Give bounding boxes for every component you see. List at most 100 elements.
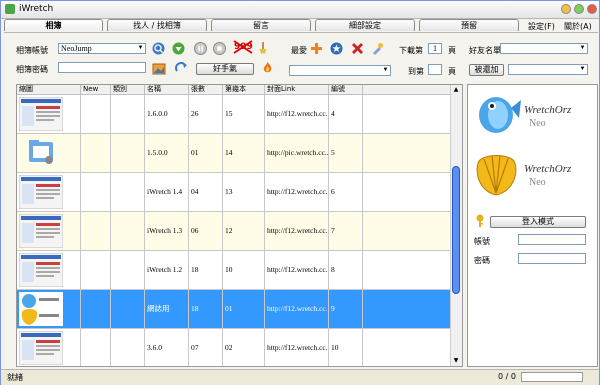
nth-cell: 15	[223, 95, 265, 133]
album-grid[interactable]: 縮圖 New 類別 名稱 張數 第幾本 封面Link 編號 1.6.0.0 26 1…	[16, 84, 463, 367]
logo-title: WretchOrz	[524, 163, 572, 175]
new-cell	[81, 95, 111, 133]
close-button[interactable]	[587, 4, 597, 14]
side-password-field[interactable]	[518, 253, 586, 264]
tools-icon[interactable]	[371, 42, 384, 55]
chevron-down-icon[interactable]: ▼	[136, 44, 145, 53]
nth-cell: 12	[223, 212, 265, 250]
col-new[interactable]: New	[81, 85, 111, 94]
account-field[interactable]	[518, 234, 586, 245]
menu-about[interactable]: 關於(A)	[564, 21, 592, 32]
name-cell: iWretch 1.4	[145, 173, 189, 211]
username-combo[interactable]: NeoJump ▼	[58, 43, 146, 54]
table-row[interactable]: iWretch 1.3 06 12 http://f12.wretch.cc... 7	[17, 212, 452, 251]
pause-icon[interactable]	[194, 42, 207, 55]
tab-find[interactable]: 找人 / 找相簿	[107, 19, 207, 31]
username-value: NeoJump	[61, 44, 92, 53]
screenshot-thumb	[18, 252, 64, 288]
added-by-combo[interactable]: ▼	[508, 64, 588, 75]
thumbnail-cell	[17, 134, 81, 172]
link-cell: http://f12.wretch.cc...	[265, 251, 329, 289]
new-cell	[81, 290, 111, 328]
screenshot-thumb	[18, 330, 64, 366]
col-count[interactable]: 張數	[189, 85, 223, 94]
download-from-label: 下載第	[399, 46, 423, 55]
link-cell: http://f12.wretch.cc...	[265, 290, 329, 328]
col-category[interactable]: 類別	[111, 85, 145, 94]
col-name[interactable]: 名稱	[145, 85, 189, 94]
star-icon[interactable]	[330, 42, 343, 55]
scroll-down-icon[interactable]: ▼	[451, 356, 461, 366]
menu-settings[interactable]: 設定(F)	[528, 21, 555, 32]
spacer-cell	[363, 212, 452, 250]
download-icon[interactable]	[172, 42, 185, 55]
fire-icon[interactable]	[261, 61, 274, 74]
delete-icon[interactable]	[351, 42, 364, 55]
name-cell: 1.5.0.0	[145, 134, 189, 172]
download-from-field[interactable]: 1	[428, 43, 442, 54]
col-thumbnail[interactable]: 縮圖	[17, 85, 81, 94]
stop-icon[interactable]	[213, 42, 226, 55]
new-cell	[81, 251, 111, 289]
title-bar: iWretch	[1, 1, 599, 19]
search-icon[interactable]	[152, 42, 165, 55]
col-cover-link[interactable]: 封面Link	[265, 85, 329, 94]
spacer-cell	[363, 95, 452, 133]
col-nth[interactable]: 第幾本	[223, 85, 265, 94]
shell-logo-image	[476, 155, 517, 196]
col-id[interactable]: 編號	[329, 85, 363, 94]
logo-subtitle: Neo	[529, 177, 546, 188]
logo-thumb	[19, 292, 63, 326]
added-by-button[interactable]: 被還加	[469, 64, 504, 76]
thumbnail-cell	[17, 290, 81, 328]
count-cell: 01	[189, 134, 223, 172]
new-cell	[81, 173, 111, 211]
tab-messages[interactable]: 留言	[211, 19, 311, 31]
tab-reserved[interactable]: 預留	[419, 19, 519, 31]
tab-detail-settings[interactable]: 細部設定	[315, 19, 415, 31]
cross-out-icon	[233, 40, 253, 54]
account-label: 帳號	[474, 237, 490, 246]
chevron-down-icon[interactable]: ▼	[578, 65, 587, 74]
progress-text: 0 / 0	[498, 372, 516, 381]
nth-cell: 02	[223, 329, 265, 366]
app-icon	[5, 4, 15, 14]
refresh-icon[interactable]	[175, 62, 188, 75]
scrollbar-thumb[interactable]	[452, 166, 460, 294]
table-row[interactable]: 1.6.0.0 26 15 http://f12.wretch.cc... 4	[17, 95, 452, 134]
name-cell: 3.6.0	[145, 329, 189, 366]
table-row[interactable]: iWretch 1.2 18 10 http://f12.wretch.cc... 8	[17, 251, 452, 290]
name-cell: 網誌用	[145, 290, 189, 328]
table-row[interactable]: iWretch 1.4 04 13 http://f12.wretch.cc... 6	[17, 173, 452, 212]
good-hands-button[interactable]: 好手氣	[196, 63, 254, 75]
table-row[interactable]: 1.5.0.0 01 14 http://pic.wretch.cc... 5	[17, 134, 452, 173]
tab-albums[interactable]: 相簿	[4, 19, 103, 31]
minimize-button[interactable]	[561, 4, 571, 14]
side-password-label: 密碼	[474, 256, 490, 265]
maximize-button[interactable]	[574, 4, 584, 14]
grid-scrollbar[interactable]: ▲ ▼	[450, 85, 462, 366]
table-row[interactable]: 網誌用 18 01 http://f12.wretch.cc... 9	[17, 290, 452, 329]
download-to-field[interactable]	[428, 64, 442, 75]
nth-cell: 10	[223, 251, 265, 289]
password-field[interactable]	[58, 62, 146, 73]
name-cell: iWretch 1.3	[145, 212, 189, 250]
favorites-label: 最愛	[291, 46, 307, 55]
table-row[interactable]: 3.6.0 07 02 http://f12.wretch.cc... 10	[17, 329, 452, 366]
id-cell: 10	[329, 329, 363, 366]
brush-icon[interactable]	[256, 41, 269, 54]
gallery-icon[interactable]	[152, 62, 166, 76]
id-cell: 9	[329, 290, 363, 328]
screenshot-thumb	[18, 174, 64, 210]
id-cell: 7	[329, 212, 363, 250]
scroll-up-icon[interactable]: ▲	[451, 85, 461, 95]
chevron-down-icon[interactable]: ▼	[578, 44, 587, 53]
category-cell	[111, 95, 145, 133]
login-mode-button[interactable]: 登入模式	[490, 216, 586, 228]
chevron-down-icon[interactable]: ▼	[381, 66, 390, 75]
friends-list-combo[interactable]: ▼	[500, 43, 588, 54]
spacer-cell	[363, 134, 452, 172]
add-icon[interactable]	[310, 42, 323, 55]
thumbnail-cell	[17, 95, 81, 133]
favorites-combo[interactable]: ▼	[289, 65, 391, 76]
